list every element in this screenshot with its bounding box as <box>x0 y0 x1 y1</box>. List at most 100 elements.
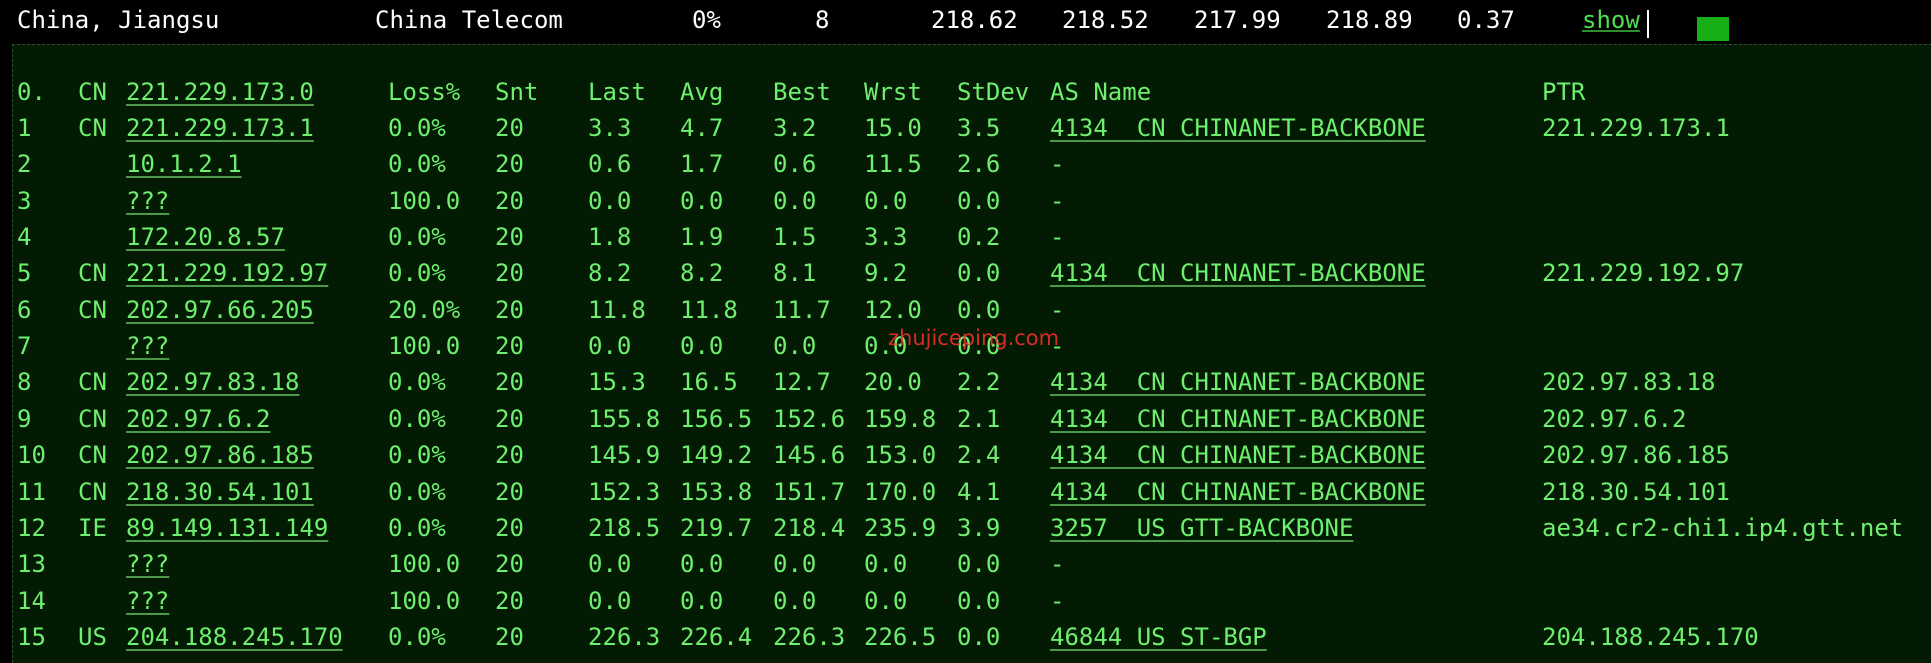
cell-host[interactable]: ??? <box>126 332 169 360</box>
cell-host[interactable]: 221.229.173.1 <box>126 114 314 142</box>
cell-asname[interactable]: 3257 US GTT-BACKBONE <box>1050 514 1353 542</box>
cell-host[interactable]: 172.20.8.57 <box>126 223 285 251</box>
cell-asname: - <box>1050 223 1065 252</box>
cell-avg: 11.8 <box>680 295 738 324</box>
summary-value-5: 0.37 <box>1457 6 1515 34</box>
cell-best: 0.0 <box>773 550 817 579</box>
cell-last: 1.8 <box>588 223 632 252</box>
cell-snt: 20 <box>495 114 524 142</box>
cell-host[interactable]: ??? <box>126 550 169 578</box>
cell-host[interactable]: 202.97.83.18 <box>126 368 299 396</box>
cell-snt: 20 <box>495 441 524 470</box>
summary-value-3: 217.99 <box>1194 6 1281 34</box>
cell-host[interactable]: 89.149.131.149 <box>126 514 328 542</box>
cell-asname[interactable]: 4134 CN CHINANET-BACKBONE <box>1050 368 1426 396</box>
cell-snt: 20 <box>495 223 524 252</box>
cell-last: 152.3 <box>588 477 661 506</box>
cell-asname[interactable]: 4134 CN CHINANET-BACKBONE <box>1050 441 1426 469</box>
cell-snt: 20 <box>495 513 524 542</box>
table-row: 2 10.1.2.1 0.0% 20 0.6 1.7 0.6 11.5 2.6 - <box>13 150 1931 186</box>
cell-avg: 0.0 <box>680 550 724 579</box>
cell-loss: 0.0% <box>388 114 446 142</box>
header-snt: Snt <box>495 78 539 106</box>
cell-cc: CN <box>78 295 107 324</box>
cell-loss: 100.0 <box>388 186 461 215</box>
cell-best: 145.6 <box>773 441 846 470</box>
cell-hop: 13 <box>17 550 46 579</box>
table-row: 15 US 204.188.245.170 0.0% 20 226.3 226.4 226.3… <box>13 623 1931 659</box>
cell-hop: 14 <box>17 586 46 615</box>
cell-best: 0.0 <box>773 186 817 215</box>
cell-snt: 20 <box>495 332 524 361</box>
cell-avg: 1.9 <box>680 223 724 252</box>
cell-host[interactable]: 202.97.6.2 <box>126 405 271 433</box>
cell-snt: 20 <box>495 404 524 433</box>
cell-avg: 0.0 <box>680 186 724 215</box>
cell-hop: 9 <box>17 404 32 433</box>
cell-hop: 10 <box>17 441 46 470</box>
cell-loss: 0.0% <box>388 259 446 288</box>
cell-asname[interactable]: 46844 US ST-BGP <box>1050 623 1267 651</box>
cell-avg: 4.7 <box>680 114 724 142</box>
traceroute-panel: 0. CN 221.229.173.0 Loss% Snt Last Avg B… <box>12 44 1931 663</box>
cell-cc: CN <box>78 477 107 506</box>
cell-wrst: 0.0 <box>864 186 908 215</box>
cell-loss: 100.0 <box>388 332 461 361</box>
cell-wrst: 12.0 <box>864 295 922 324</box>
cell-last: 11.8 <box>588 295 646 324</box>
cell-snt: 20 <box>495 368 524 397</box>
cell-stdev: 0.0 <box>957 550 1001 579</box>
table-row: 12 IE 89.149.131.149 0.0% 20 218.5 219.7 218.4 2… <box>13 514 1931 550</box>
cell-stdev: 0.0 <box>957 295 1001 324</box>
cell-host[interactable]: 10.1.2.1 <box>126 150 242 178</box>
cell-loss: 0.0% <box>388 513 446 542</box>
table-row: 10 CN 202.97.86.185 0.0% 20 145.9 149.2 145.6 15… <box>13 441 1931 477</box>
cell-last: 15.3 <box>588 368 646 397</box>
cell-host[interactable]: 221.229.192.97 <box>126 259 328 287</box>
summary-value-4: 218.89 <box>1326 6 1413 34</box>
cell-host[interactable]: 202.97.66.205 <box>126 296 314 324</box>
cell-best: 8.1 <box>773 259 817 288</box>
cell-wrst: 20.0 <box>864 368 922 397</box>
cell-hop: 4 <box>17 223 32 252</box>
cell-host[interactable]: 202.97.86.185 <box>126 441 314 469</box>
cell-host[interactable]: ??? <box>126 587 169 615</box>
cell-host[interactable]: 204.188.245.170 <box>126 623 343 651</box>
cell-asname[interactable]: 4134 CN CHINANET-BACKBONE <box>1050 405 1426 433</box>
show-link[interactable]: show <box>1582 6 1640 34</box>
cell-best: 226.3 <box>773 622 846 651</box>
cell-loss: 0.0% <box>388 477 446 506</box>
cell-wrst: 0.0 <box>864 550 908 579</box>
cell-last: 218.5 <box>588 513 661 542</box>
cell-asname[interactable]: 4134 CN CHINANET-BACKBONE <box>1050 114 1426 142</box>
cell-loss: 0.0% <box>388 150 446 179</box>
header-cc: CN <box>78 78 107 106</box>
cell-stdev: 0.0 <box>957 622 1001 651</box>
summary-bar: China, Jiangsu China Telecom 0% 8 218.62… <box>0 0 1931 44</box>
cell-asname[interactable]: 4134 CN CHINANET-BACKBONE <box>1050 259 1426 287</box>
cell-wrst: 11.5 <box>864 150 922 179</box>
table-row: 1 CN 221.229.173.1 0.0% 20 3.3 4.7 3.2 15.0 3.5 41… <box>13 114 1931 150</box>
cell-stdev: 2.1 <box>957 404 1001 433</box>
header-host[interactable]: 221.229.173.0 <box>126 78 314 106</box>
cell-host[interactable]: ??? <box>126 187 169 215</box>
cell-hop: 12 <box>17 513 46 542</box>
cell-ptr: 202.97.6.2 <box>1542 404 1687 433</box>
cell-hop: 3 <box>17 186 32 215</box>
cell-hop: 6 <box>17 295 32 324</box>
cell-snt: 20 <box>495 259 524 288</box>
header-best: Best <box>773 78 831 106</box>
summary-hops: 8 <box>815 6 830 34</box>
cell-avg: 16.5 <box>680 368 738 397</box>
table-row: 14??? 100.0 20 0.0 0.0 0.0 0.0 0.0 - <box>13 587 1931 623</box>
header-stdev: StDev <box>957 78 1030 106</box>
cell-asname: - <box>1050 186 1065 215</box>
cell-ptr: 202.97.86.185 <box>1542 441 1730 470</box>
cell-asname: - <box>1050 150 1065 179</box>
cell-asname[interactable]: 4134 CN CHINANET-BACKBONE <box>1050 478 1426 506</box>
cell-last: 3.3 <box>588 114 632 142</box>
cell-last: 155.8 <box>588 404 661 433</box>
summary-isp: China Telecom <box>375 6 563 34</box>
cell-host[interactable]: 218.30.54.101 <box>126 478 314 506</box>
cell-last: 0.0 <box>588 186 632 215</box>
